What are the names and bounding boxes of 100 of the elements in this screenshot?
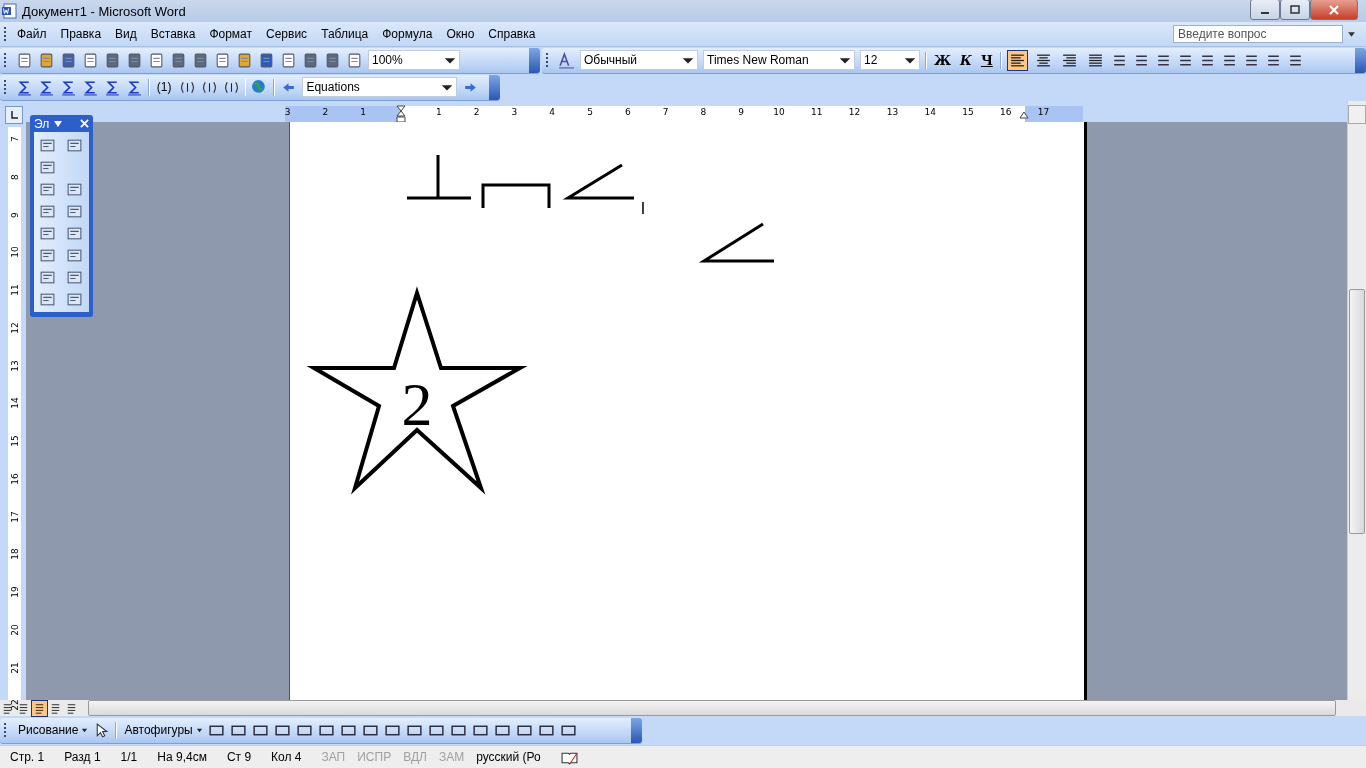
ruler-number: 16 (9, 472, 20, 486)
menu-item[interactable]: Вид (109, 25, 145, 43)
vertical-scrollbar[interactable] (1347, 101, 1366, 700)
italic-button[interactable]: К (958, 52, 974, 68)
ruler-number: 18 (9, 547, 20, 561)
ruler-number: 1 (435, 107, 442, 117)
ruler-number: 10 (9, 245, 20, 259)
menu-item[interactable]: Формула (376, 25, 441, 43)
menu-item[interactable]: Файл (11, 25, 55, 43)
ruler-number: 13 (886, 107, 899, 117)
autoshapes-menu[interactable]: Автофигуры (122, 723, 195, 737)
toolbar-options-icon[interactable] (1355, 47, 1366, 73)
maximize-icon[interactable] (1290, 4, 1300, 15)
ruler-number: 9 (9, 210, 20, 220)
permission-icon[interactable] (82, 51, 99, 69)
status-item: ЗАМ (438, 750, 465, 764)
perpendicular-symbol (405, 153, 473, 200)
ruler-number: 14 (924, 107, 936, 117)
status-item: Разд 1 (64, 750, 101, 764)
sigma-icon[interactable] (15, 78, 33, 96)
ruler-number: 2 (322, 107, 329, 117)
ruler-number: 11 (9, 283, 20, 297)
toolbar-options-icon[interactable] (489, 74, 500, 100)
underline-button[interactable]: Ч (978, 52, 995, 68)
angle-symbol (562, 163, 634, 200)
star-number: 2 (401, 370, 433, 438)
status-item: Кол 4 (271, 750, 302, 764)
status-item: русский (Ро (476, 750, 541, 764)
style-combo[interactable]: Обычный (580, 50, 698, 70)
word-document-icon (2, 3, 18, 19)
ruler-number: 8 (9, 172, 20, 182)
drawing-menu[interactable]: Рисование (16, 723, 81, 737)
menu-item[interactable]: Правка (54, 25, 110, 43)
menu-item[interactable]: Справка (482, 25, 544, 43)
zoom-combo[interactable]: 100% (368, 50, 460, 70)
indent-marker-icon[interactable] (396, 105, 406, 123)
right-indent-marker-icon[interactable] (1019, 111, 1029, 119)
close-icon[interactable] (1328, 4, 1340, 15)
ruler-number: 15 (9, 434, 20, 448)
menu-item[interactable]: Окно (440, 25, 483, 43)
status-item: ВДЛ (403, 750, 427, 764)
status-item: На 9,4см (157, 750, 207, 764)
menu-item[interactable]: Таблица (315, 25, 377, 43)
ruler-number: 16 (1000, 107, 1012, 117)
status-item: 1/1 (120, 750, 138, 764)
status-item: ИСПР (357, 750, 392, 764)
ruler-number: 12 (848, 107, 861, 117)
ruler-number: 1 (360, 107, 367, 117)
horizontal-scrollbar[interactable] (88, 700, 1336, 716)
font-combo[interactable]: Times New Roman (703, 50, 855, 70)
ruler-number: 17 (9, 510, 20, 523)
menu-item[interactable]: Вставка (144, 25, 204, 43)
print-layout-icon[interactable] (32, 700, 47, 716)
help-search-field[interactable]: Введите вопрос (1173, 25, 1343, 43)
sigma-icon[interactable] (81, 78, 99, 96)
menu-item[interactable]: Формат (203, 25, 261, 43)
caret-icon[interactable] (81, 726, 89, 734)
ruler-number: 17 (1037, 107, 1050, 117)
ruler-number: 5 (587, 107, 593, 117)
ruler-number: 15 (962, 107, 974, 117)
sigma-icon[interactable] (59, 78, 77, 96)
ruler-number: 11 (811, 107, 823, 117)
close-icon[interactable] (80, 119, 89, 128)
ruler-number: 21 (9, 661, 20, 674)
font-size-combo[interactable]: 12 (860, 50, 920, 70)
text-cursor (642, 201, 644, 215)
toolbar-options-icon[interactable] (631, 717, 642, 743)
ruler-number: 3 (284, 107, 291, 117)
toolbar-title: Эл (34, 116, 50, 131)
sigma-icon[interactable] (37, 78, 55, 96)
sigma-icon[interactable] (103, 78, 121, 96)
bracket-symbol (481, 183, 551, 208)
ruler-number: 3 (511, 107, 518, 117)
status-item: Ст 9 (226, 750, 252, 764)
caret-icon[interactable] (195, 726, 203, 734)
ruler-number: 13 (9, 359, 20, 372)
window-title: Документ1 - Microsoft Word (22, 3, 186, 19)
dropdown-arrow-icon[interactable] (1347, 29, 1356, 39)
ruler-number: 10 (773, 107, 785, 117)
new-document-icon[interactable] (16, 51, 33, 69)
ruler-number: 9 (738, 107, 745, 117)
menu-item[interactable]: Сервис (260, 25, 316, 43)
ruler-number: 14 (9, 396, 20, 410)
styles-icon[interactable] (558, 51, 575, 69)
equation-number-button[interactable]: (1) (154, 80, 174, 94)
ruler-number: 22 (9, 698, 20, 712)
ruler-number: 6 (624, 107, 631, 117)
align-icon[interactable] (1006, 49, 1028, 71)
toolbar-options-icon[interactable] (529, 47, 540, 73)
equations-combo[interactable]: Equations (302, 77, 458, 97)
status-item: Стр. 1 (10, 750, 45, 764)
ruler-number: 2 (473, 107, 480, 117)
ruler-number: 4 (549, 107, 556, 117)
tab-stop-icon[interactable] (9, 110, 19, 120)
ruler-number: 12 (9, 321, 20, 335)
bold-button[interactable]: Ж (932, 52, 954, 68)
ruler-number: 8 (700, 107, 707, 117)
ruler-number: 7 (662, 107, 669, 117)
ruler-number: 19 (9, 585, 20, 599)
ruler-number: 20 (9, 623, 20, 637)
